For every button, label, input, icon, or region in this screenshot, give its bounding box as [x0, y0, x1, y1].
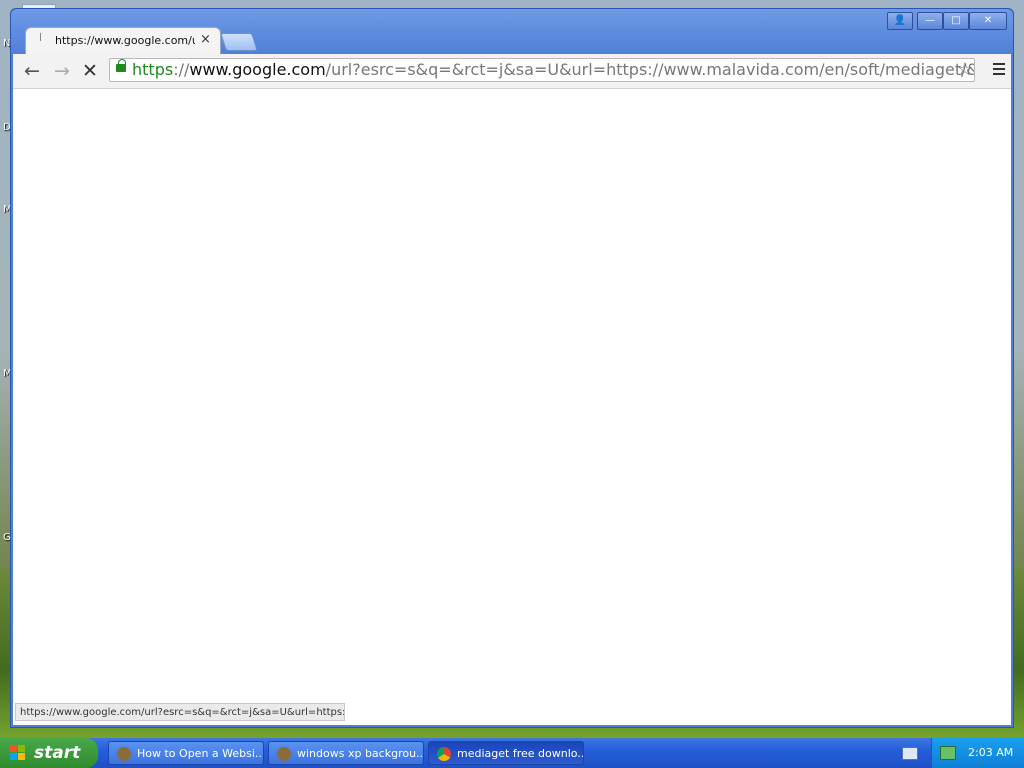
menu-icon[interactable] — [993, 63, 1005, 78]
start-label: start — [34, 743, 81, 763]
chrome-icon — [437, 747, 451, 761]
close-button[interactable]: ✕ — [969, 12, 1007, 30]
minimize-button[interactable]: — — [917, 12, 943, 30]
taskbar-item-label: mediaget free downlo... — [457, 747, 584, 760]
back-button[interactable]: ← — [21, 60, 43, 82]
tab-close-icon[interactable]: × — [200, 32, 211, 47]
maximize-button[interactable]: □ — [943, 12, 969, 30]
url-text[interactable]: https://www.google.com/url?esrc=s&q=&rct… — [132, 60, 974, 79]
loading-favicon-icon — [40, 33, 47, 41]
profile-button[interactable]: 👤 — [887, 12, 913, 30]
tab-title: https://www.google.com/url — [55, 34, 195, 47]
system-tray: 2:03 AM — [931, 738, 1024, 768]
page-content: https://www.google.com/url?esrc=s&q=&rct… — [13, 89, 1011, 725]
taskbar-item-label: windows xp backgrou... — [297, 747, 424, 760]
address-bar[interactable]: https://www.google.com/url?esrc=s&q=&rct… — [109, 58, 975, 82]
url-scheme: https — [132, 60, 174, 79]
tab-active[interactable]: https://www.google.com/url × — [25, 27, 221, 55]
taskbar-item-label: How to Open a Websi... — [137, 747, 264, 760]
forward-button[interactable]: → — [51, 60, 73, 82]
keyboard-icon[interactable] — [902, 747, 918, 760]
status-bubble: https://www.google.com/url?esrc=s&q=&rct… — [15, 703, 345, 721]
app-icon — [117, 747, 131, 761]
url-path: /url?esrc=s&q=&rct=j&sa=U&url=https://ww… — [325, 60, 974, 79]
bookmark-star-icon[interactable]: ☆ — [957, 59, 973, 80]
url-host: www.google.com — [189, 60, 326, 79]
browser-toolbar: ← → ✕ https://www.google.com/url?esrc=s&… — [13, 54, 1011, 89]
url-separator: :// — [173, 60, 190, 79]
taskbar: start How to Open a Websi... windows xp … — [0, 738, 1024, 768]
taskbar-item[interactable]: windows xp backgrou... — [268, 741, 424, 765]
windows-logo-icon — [10, 745, 25, 760]
browser-window: 👤 — □ ✕ https://www.google.com/url × ← →… — [10, 8, 1014, 728]
start-button[interactable]: start — [0, 738, 98, 768]
clock[interactable]: 2:03 AM — [968, 738, 1013, 768]
lock-icon — [116, 59, 126, 72]
taskbar-item[interactable]: mediaget free downlo... — [428, 741, 584, 765]
taskbar-item[interactable]: How to Open a Websi... — [108, 741, 264, 765]
stop-button[interactable]: ✕ — [79, 60, 101, 82]
network-icon[interactable] — [940, 746, 956, 760]
new-tab-button[interactable] — [220, 33, 258, 51]
app-icon — [277, 747, 291, 761]
title-bar[interactable]: 👤 — □ ✕ https://www.google.com/url × — [11, 9, 1013, 55]
